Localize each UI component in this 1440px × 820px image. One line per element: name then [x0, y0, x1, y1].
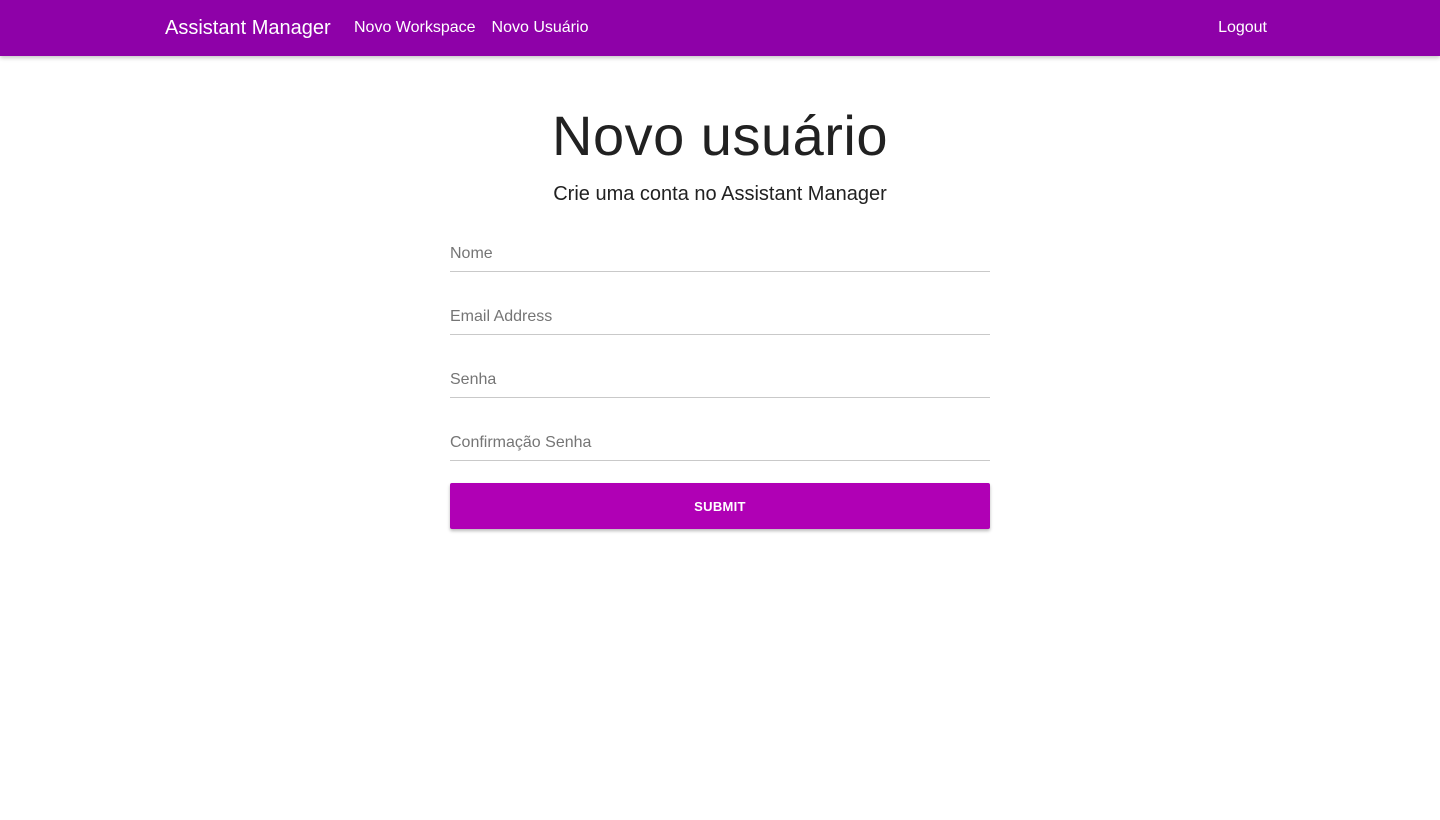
email-input[interactable] — [450, 298, 990, 334]
password-field — [450, 360, 990, 398]
page-subtitle: Crie uma conta no Assistant Manager — [553, 183, 887, 205]
submit-button[interactable]: SUBMIT — [450, 483, 990, 529]
name-field — [450, 234, 990, 272]
top-navbar: Assistant Manager Novo Workspace Novo Us… — [0, 0, 1440, 56]
brand-link[interactable]: Assistant Manager — [165, 15, 331, 41]
password-confirmation-input[interactable] — [450, 424, 990, 460]
logout-link[interactable]: Logout — [1218, 17, 1267, 38]
password-confirmation-field — [450, 423, 990, 461]
new-user-form: SUBMIT — [450, 234, 990, 529]
nav-links: Novo Workspace Novo Usuário — [354, 17, 588, 38]
page-title: Novo usuário — [552, 104, 888, 167]
nav-link-novo-workspace[interactable]: Novo Workspace — [354, 17, 476, 38]
email-field — [450, 297, 990, 335]
name-input[interactable] — [450, 235, 990, 271]
nav-link-novo-usuario[interactable]: Novo Usuário — [492, 17, 589, 38]
password-input[interactable] — [450, 361, 990, 397]
